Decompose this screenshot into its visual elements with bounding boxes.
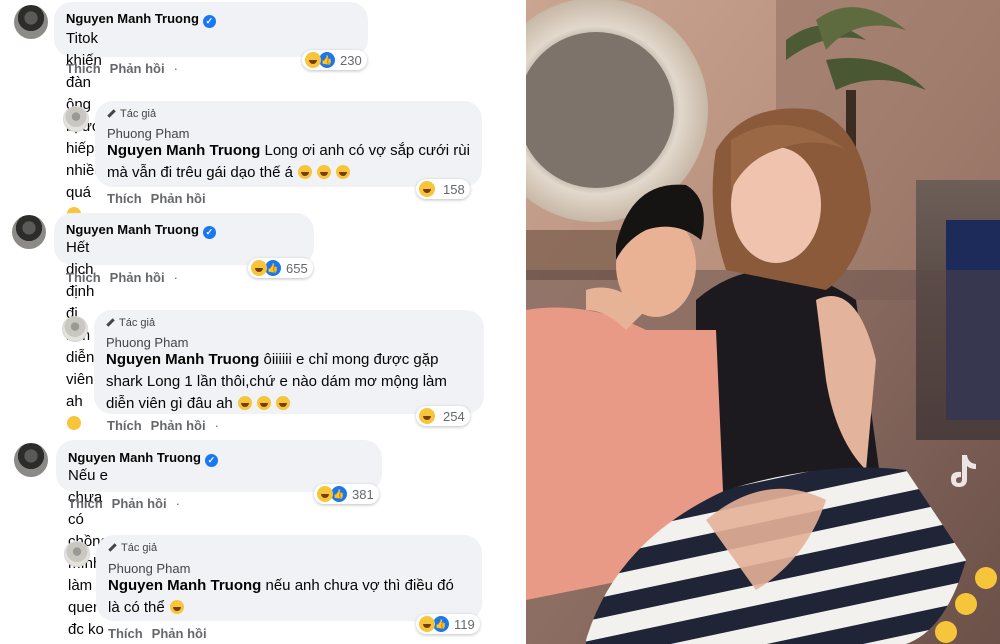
laugh-emoji-icon (169, 600, 184, 614)
commenter-name[interactable]: Phuong Pham (107, 126, 189, 141)
separator-dot: · (175, 496, 180, 511)
mention-link[interactable]: Nguyen Manh Truong (106, 351, 259, 368)
tiktok-logo-icon (946, 450, 986, 490)
laugh-emoji-icon (975, 567, 997, 589)
video-screenshot[interactable] (526, 0, 1000, 644)
like-link[interactable]: Thích (66, 270, 101, 285)
reaction-count: 655 (286, 260, 308, 276)
haha-reaction-icon (251, 260, 267, 276)
reaction-summary[interactable]: 👍 230 (302, 50, 367, 70)
laugh-emoji-icon (317, 165, 332, 179)
like-link[interactable]: Thích (68, 496, 103, 511)
mention-link[interactable]: Nguyen Manh Truong (107, 142, 260, 159)
comment-actions: Thích Phản hồi · (66, 270, 187, 285)
thinking-emoji-icon (67, 416, 81, 430)
verified-badge-icon: ✓ (204, 454, 218, 467)
reaction-count: 381 (352, 486, 374, 502)
reaction-count: 119 (454, 616, 475, 632)
haha-reaction-icon (419, 181, 435, 197)
laugh-emoji-icon (298, 165, 313, 179)
avatar[interactable] (63, 106, 89, 132)
reply-link[interactable]: Phản hồi (151, 191, 206, 206)
reply-link[interactable]: Phản hồi (151, 418, 206, 433)
pencil-icon (107, 109, 116, 118)
avatar[interactable] (14, 5, 48, 39)
avatar[interactable] (64, 541, 90, 567)
laugh-emoji-icon (276, 396, 291, 410)
verified-badge-icon: ✓ (202, 15, 216, 28)
reply-link[interactable]: Phản hồi (112, 496, 167, 511)
comment-actions: Thích Phản hồi (108, 626, 216, 641)
haha-reaction-icon (419, 408, 435, 424)
like-link[interactable]: Thích (107, 418, 142, 433)
reply-link[interactable]: Phản hồi (152, 626, 207, 641)
reply-link[interactable]: Phản hồi (110, 61, 165, 76)
commenter-name[interactable]: Phuong Pham (106, 335, 188, 350)
avatar[interactable] (12, 215, 46, 249)
separator-dot: · (214, 418, 219, 433)
reaction-summary[interactable]: 👍 381 (314, 484, 379, 504)
author-tag: Tác giả (106, 317, 155, 329)
like-link[interactable]: Thích (108, 626, 143, 641)
reaction-count: 158 (443, 181, 465, 197)
reaction-summary[interactable]: 254 (416, 406, 470, 426)
reply-link[interactable]: Phản hồi (110, 270, 165, 285)
laugh-emoji-icon (257, 396, 272, 410)
author-tag: Tác giả (108, 542, 157, 554)
reaction-summary[interactable]: 👍 655 (248, 258, 313, 278)
laugh-emoji-icon (237, 396, 252, 410)
mention-link[interactable]: Nguyen Manh Truong (108, 577, 261, 594)
comment-actions: Thích Phản hồi · (66, 61, 187, 76)
commenter-name[interactable]: Phuong Pham (108, 561, 190, 576)
comment-actions: Thích Phản hồi · (68, 496, 189, 511)
reaction-count: 230 (340, 52, 362, 68)
commenter-name[interactable]: Nguyen Manh Truong ✓ (66, 11, 216, 28)
haha-reaction-icon (305, 52, 321, 68)
laugh-emoji-icon (336, 165, 351, 179)
haha-reaction-icon (317, 486, 333, 502)
comment-text: Nguyen Manh Truong ôiiiiii e chỉ mong đư… (106, 351, 447, 412)
verified-badge-icon: ✓ (202, 226, 216, 239)
reaction-summary[interactable]: 158 (416, 179, 470, 199)
comment-actions: Thích Phản hồi · (107, 418, 228, 433)
avatar[interactable] (62, 316, 88, 342)
pencil-icon (108, 543, 117, 552)
like-link[interactable]: Thích (66, 61, 101, 76)
haha-reaction-icon (419, 616, 435, 632)
separator-dot: · (173, 270, 178, 285)
separator-dot: · (173, 61, 178, 76)
pencil-icon (106, 318, 115, 327)
comment-actions: Thích Phản hồi (107, 191, 215, 206)
like-link[interactable]: Thích (107, 191, 142, 206)
reaction-count: 254 (443, 408, 465, 424)
reaction-summary[interactable]: 👍 119 (416, 614, 480, 634)
author-tag: Tác giả (107, 108, 156, 120)
comment-text: Nguyen Manh Truong Long ơi anh có vợ sắp… (107, 142, 470, 181)
comment-text: Nguyen Manh Truong nếu anh chưa vợ thì đ… (108, 577, 454, 616)
comments-panel: Nguyen Manh Truong ✓ Titok khiến đàn ông … (0, 0, 526, 644)
video-frame-image (526, 0, 1000, 644)
avatar[interactable] (14, 443, 48, 477)
